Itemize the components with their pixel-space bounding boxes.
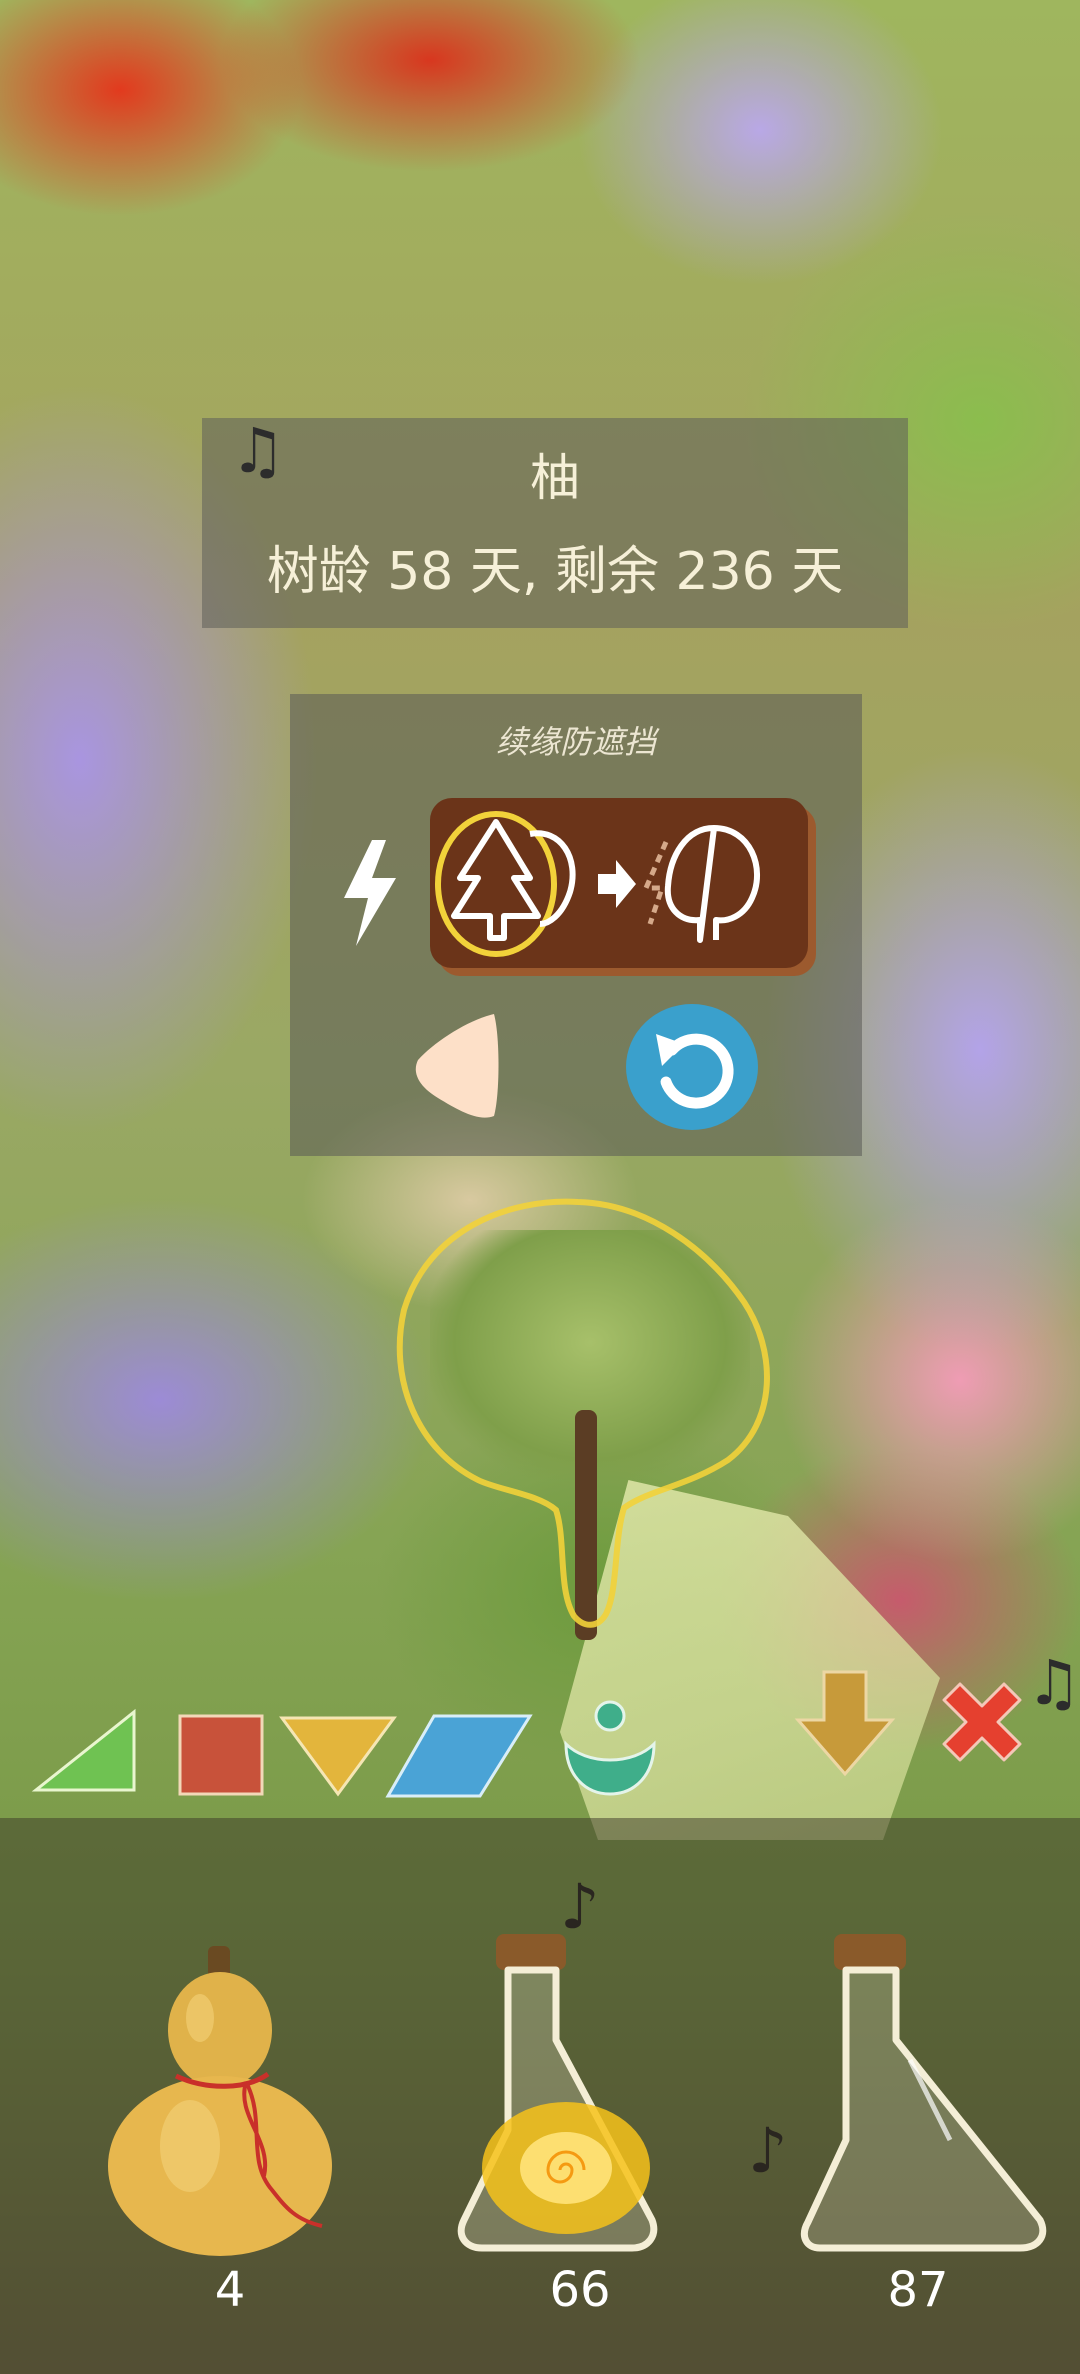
tree-swap-button[interactable]: [430, 798, 808, 968]
glowing-potion-count: 66: [549, 2262, 611, 2318]
music-note-icon: ♪: [560, 1870, 600, 1943]
glowing-potion-item[interactable]: [456, 1930, 712, 2260]
tree-swap-icon: [435, 811, 760, 957]
back-arrow-icon[interactable]: [408, 1006, 502, 1124]
triangle-tool-icon[interactable]: [30, 1708, 140, 1794]
selected-tree-outline: [396, 1198, 770, 1628]
tree-age-text: 树龄 58 天, 剩余 236 天: [266, 542, 844, 602]
inverted-triangle-tool-icon[interactable]: [278, 1714, 398, 1798]
down-arrow-icon[interactable]: [792, 1668, 898, 1780]
close-icon[interactable]: [930, 1670, 1034, 1774]
empty-potion-item[interactable]: [800, 1930, 1060, 2260]
tree-name: 柚: [530, 449, 580, 507]
action-panel-title: 续缘防遮挡: [495, 723, 656, 761]
square-tool-icon[interactable]: [176, 1712, 266, 1798]
gourd-count: 4: [214, 2262, 246, 2318]
reset-icon: [656, 1033, 734, 1109]
empty-potion-count: 87: [887, 2262, 949, 2318]
sprout-tool-icon[interactable]: [560, 1694, 660, 1798]
reset-button[interactable]: [626, 1004, 758, 1130]
music-note-icon: ♪: [748, 2114, 788, 2187]
lightning-icon[interactable]: [338, 838, 400, 948]
music-note-icon: ♫: [1026, 1646, 1080, 1719]
gourd-item[interactable]: [96, 1940, 346, 2260]
parallelogram-tool-icon[interactable]: [384, 1712, 534, 1800]
